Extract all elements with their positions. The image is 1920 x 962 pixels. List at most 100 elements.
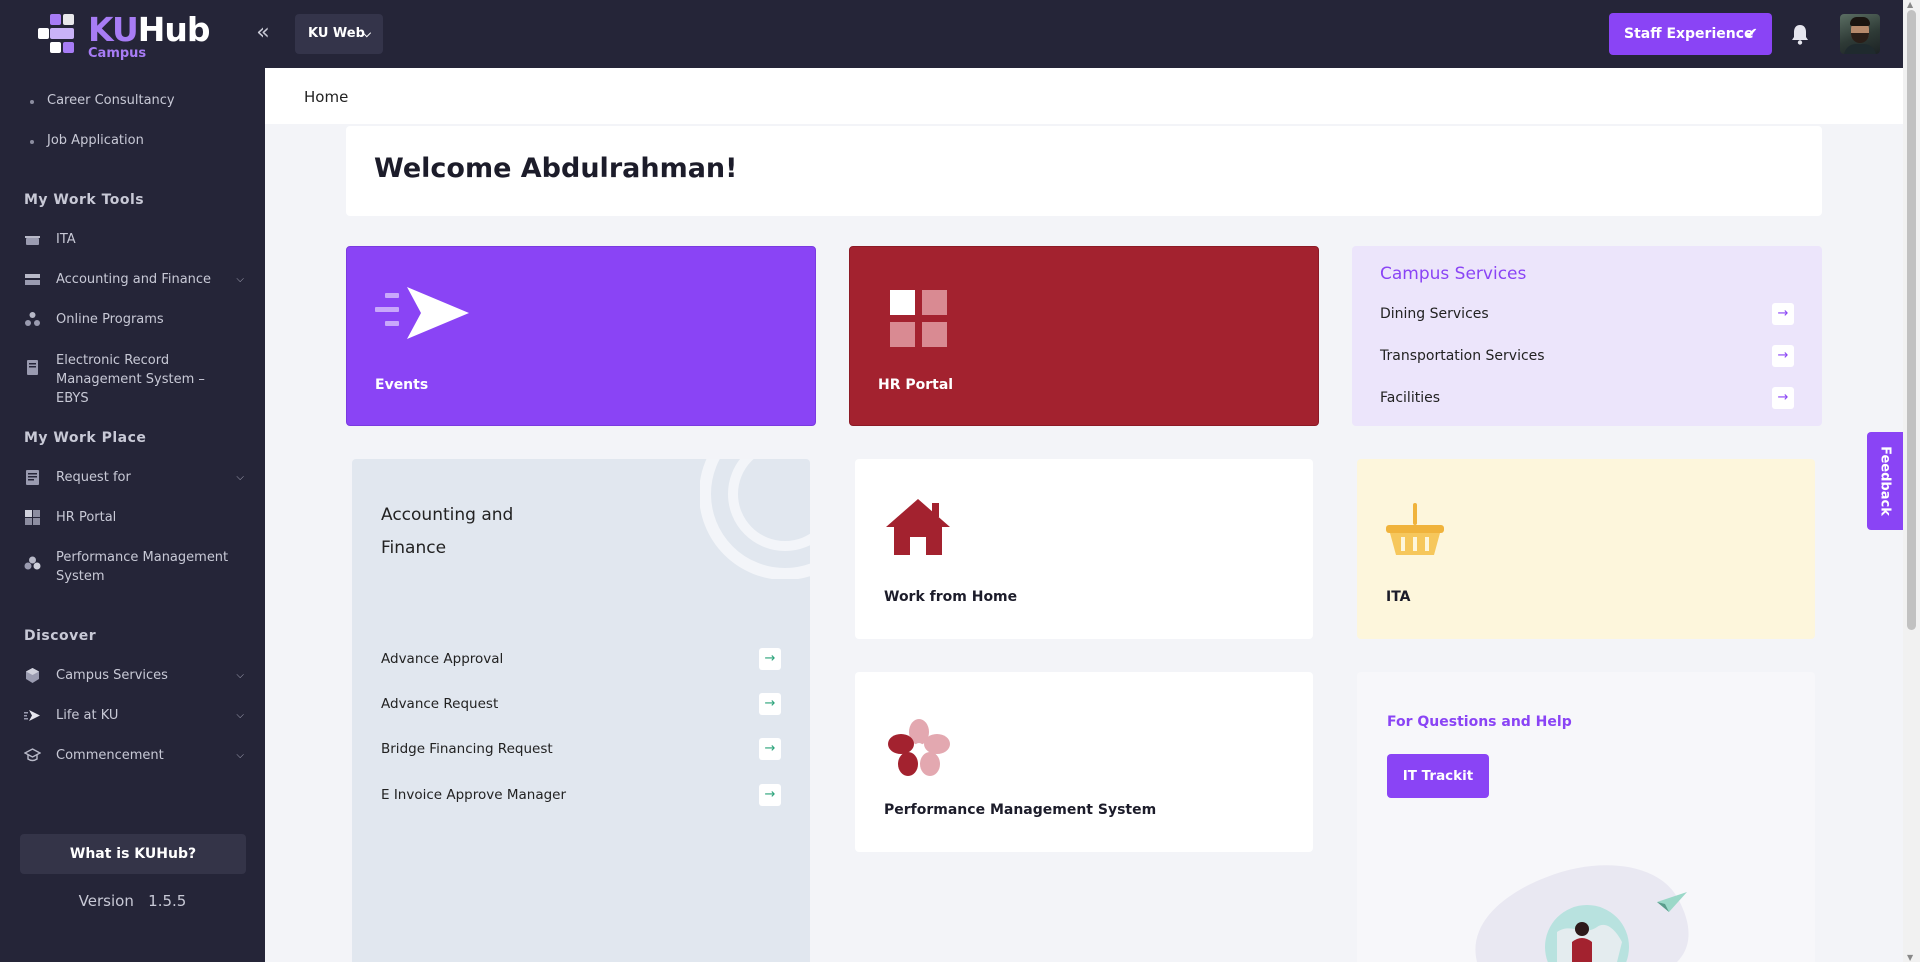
- performance-management-tile[interactable]: Performance Management System: [855, 672, 1313, 852]
- feedback-label: Feedback: [1877, 446, 1893, 516]
- decorative-circles-icon: [700, 459, 810, 579]
- chevron-down-icon: ⌵: [236, 274, 244, 285]
- paper-plane-icon: [375, 287, 469, 339]
- cube-icon: [26, 668, 39, 683]
- sidebar-item-label: Electronic Record Management System – EB…: [56, 353, 205, 406]
- link-advance-request[interactable]: Advance Request →: [381, 693, 781, 715]
- scroll-down-icon[interactable]: ▼: [1907, 953, 1913, 962]
- arrow-right-icon: →: [759, 738, 781, 760]
- double-chevron-left-icon: «: [256, 20, 270, 45]
- sidebar-item-label: Online Programs: [56, 312, 164, 327]
- link-dining-services[interactable]: Dining Services →: [1380, 303, 1794, 325]
- welcome-card: Welcome Abdulrahman!: [346, 126, 1822, 216]
- arrow-right-icon: →: [1772, 345, 1794, 367]
- ku-web-dropdown[interactable]: KU Web ⌵: [295, 14, 383, 54]
- online-programs-icon: [25, 312, 40, 326]
- chevron-down-icon: ⌵: [236, 472, 244, 483]
- it-trackit-button[interactable]: IT Trackit: [1387, 754, 1489, 798]
- link-label: Facilities: [1380, 390, 1440, 406]
- link-transportation-services[interactable]: Transportation Services →: [1380, 345, 1794, 367]
- sidebar-heading-my-work-place: My Work Place: [24, 430, 147, 446]
- flower-icon: [24, 556, 41, 570]
- check-icon: ✔: [1744, 24, 1758, 43]
- link-label: Dining Services: [1380, 306, 1489, 322]
- link-label: E Invoice Approve Manager: [381, 787, 567, 803]
- arrow-right-icon: →: [759, 784, 781, 806]
- sidebar-item-label: HR Portal: [56, 510, 117, 525]
- chevron-down-icon: ⌵: [236, 710, 244, 721]
- logo-subtitle: Campus: [88, 46, 147, 61]
- house-icon: [886, 499, 950, 555]
- scroll-up-icon[interactable]: ▲: [1907, 0, 1913, 9]
- link-label: Transportation Services: [1380, 348, 1545, 364]
- help-title: For Questions and Help: [1387, 714, 1572, 730]
- work-from-home-title: Work from Home: [884, 589, 1018, 605]
- version-number: 1.5.5: [148, 892, 187, 910]
- sidebar-item-label: ITA: [56, 232, 76, 247]
- welcome-title: Welcome Abdulrahman!: [374, 153, 738, 184]
- collapse-sidebar-button[interactable]: «: [250, 20, 276, 46]
- staff-experience-label: Staff Experience: [1624, 26, 1754, 42]
- accounting-finance-title[interactable]: Accounting and Finance: [381, 499, 551, 565]
- sidebar-item-label: Performance Management System: [56, 550, 229, 584]
- hr-portal-icon: [25, 510, 40, 525]
- sidebar-item-label: Campus Services: [56, 668, 168, 683]
- work-from-home-tile[interactable]: Work from Home: [855, 459, 1313, 639]
- top-bar: KUHub Campus « KU Web ⌵ Staff Experience…: [0, 0, 1903, 68]
- ku-web-label: KU Web: [308, 26, 365, 41]
- sidebar-item-label: Accounting and Finance: [56, 272, 212, 287]
- events-tile[interactable]: Events: [346, 246, 816, 426]
- sidebar: Career Consultancy Job Application My Wo…: [0, 68, 265, 962]
- sidebar-item-label: Request for: [56, 470, 131, 485]
- link-label: Advance Request: [381, 696, 499, 712]
- help-illustration: [1475, 865, 1689, 962]
- hr-portal-icon: [890, 290, 947, 347]
- scrollbar-thumb[interactable]: [1907, 10, 1916, 630]
- logo-wordmark: KUHub: [88, 10, 211, 49]
- feedback-tab[interactable]: Feedback: [1867, 432, 1903, 530]
- campus-services-title[interactable]: Campus Services: [1380, 264, 1526, 284]
- sidebar-subitem-career-consultancy[interactable]: Career Consultancy: [30, 93, 175, 108]
- user-avatar[interactable]: [1840, 14, 1880, 54]
- ita-title: ITA: [1386, 589, 1411, 605]
- sidebar-item-label: Commencement: [56, 748, 164, 763]
- arrow-right-icon: →: [1772, 387, 1794, 409]
- notification-bell-icon[interactable]: [1790, 22, 1810, 46]
- ita-tile[interactable]: ITA: [1357, 459, 1815, 639]
- kuhub-logo[interactable]: KUHub Campus: [36, 12, 211, 61]
- link-label: Advance Approval: [381, 651, 504, 667]
- basket-icon: [25, 236, 40, 245]
- page-scrollbar[interactable]: ▲ ▼: [1903, 0, 1920, 962]
- arrow-right-icon: →: [759, 648, 781, 670]
- breadcrumb-bar: Home: [265, 68, 1903, 124]
- help-tile: For Questions and Help IT Trackit: [1357, 672, 1815, 962]
- paper-plane-icon: [24, 710, 40, 721]
- link-advance-approval[interactable]: Advance Approval →: [381, 648, 781, 670]
- hr-portal-tile[interactable]: HR Portal: [849, 246, 1319, 426]
- accounting-finance-tile: Accounting and Finance Advance Approval …: [352, 459, 810, 962]
- link-e-invoice-approve-manager[interactable]: E Invoice Approve Manager →: [381, 784, 781, 806]
- version-info: Version 1.5.5: [0, 892, 265, 910]
- chevron-down-icon: ⌵: [236, 750, 244, 761]
- link-bridge-financing-request[interactable]: Bridge Financing Request →: [381, 738, 781, 760]
- events-title: Events: [375, 377, 429, 393]
- document-icon: [27, 360, 38, 375]
- breadcrumb[interactable]: Home: [304, 88, 348, 106]
- logo-mark-icon: [38, 14, 74, 53]
- campus-services-tile: Campus Services Dining Services → Transp…: [1352, 246, 1822, 426]
- link-label: Bridge Financing Request: [381, 741, 553, 757]
- link-facilities[interactable]: Facilities →: [1380, 387, 1794, 409]
- sidebar-item-label: Life at KU: [56, 708, 119, 723]
- hr-portal-title: HR Portal: [878, 377, 954, 393]
- graduation-cap-icon: [24, 748, 41, 762]
- version-label: Version: [78, 892, 134, 910]
- sidebar-heading-discover: Discover: [24, 628, 97, 644]
- sidebar-heading-my-work-tools: My Work Tools: [24, 192, 145, 208]
- what-is-kuhub-button[interactable]: What is KUHub?: [20, 834, 246, 874]
- arrow-right-icon: →: [759, 693, 781, 715]
- flower-icon: [888, 719, 950, 776]
- staff-experience-button[interactable]: Staff Experience ✔: [1609, 13, 1772, 55]
- chevron-down-icon: ⌵: [362, 27, 371, 40]
- finance-icon: [25, 274, 40, 285]
- sidebar-subitem-job-application[interactable]: Job Application: [30, 133, 144, 148]
